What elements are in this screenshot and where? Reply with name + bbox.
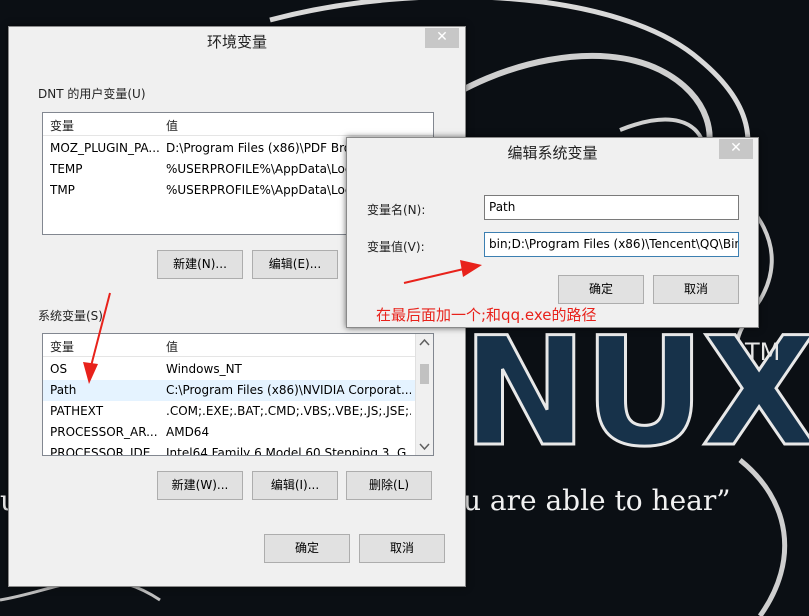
user-col-variable[interactable]: 变量 [50, 117, 74, 134]
edit-dialog-close-icon[interactable]: ✕ [719, 139, 753, 159]
system-edit-button[interactable]: 编辑(I)... [252, 471, 338, 500]
system-var-row[interactable]: PROCESSOR_AR... AMD64 [43, 422, 415, 443]
annotation-text: 在最后面加一个;和qq.exe的路径 [376, 306, 597, 324]
system-var-name: PATHEXT [50, 404, 104, 418]
system-var-name: Path [50, 383, 77, 397]
system-vars-group-label: 系统变量(S) [38, 309, 103, 323]
system-col-variable[interactable]: 变量 [50, 338, 74, 355]
user-edit-button[interactable]: 编辑(E)... [252, 250, 338, 279]
env-cancel-button[interactable]: 取消 [359, 534, 445, 563]
system-var-name: PROCESSOR_AR... [50, 425, 158, 439]
system-var-value: .COM;.EXE;.BAT;.CMD;.VBS;.VBE;.JS;.JSE;.… [166, 404, 411, 418]
edit-dialog-title: 编辑系统变量 [507, 144, 598, 162]
system-var-row[interactable]: OS Windows_NT [43, 359, 415, 380]
system-var-value: C:\Program Files (x86)\NVIDIA Corporat..… [166, 383, 411, 397]
edit-dialog-titlebar[interactable]: 编辑系统变量 [347, 138, 758, 168]
system-var-name: OS [50, 362, 68, 376]
scroll-down-icon [419, 443, 430, 451]
scroll-up-icon [419, 338, 430, 346]
system-delete-button[interactable]: 删除(L) [346, 471, 432, 500]
var-name-label: 变量名(N): [367, 203, 426, 217]
env-ok-button[interactable]: 确定 [264, 534, 350, 563]
system-col-value[interactable]: 值 [166, 338, 178, 355]
system-new-button[interactable]: 新建(W)... [157, 471, 243, 500]
var-value-label: 变量值(V): [367, 240, 425, 254]
user-vars-group-label: DNT 的用户变量(U) [38, 87, 146, 101]
var-value-field[interactable]: bin;D:\Program Files (x86)\Tencent\QQ\Bi… [484, 232, 739, 257]
edit-system-var-dialog: 编辑系统变量 ✕ 变量名(N): Path 变量值(V): bin;D:\Pro… [346, 137, 759, 328]
user-var-name: TMP [50, 183, 75, 197]
scrollbar-graphics [419, 338, 430, 451]
wallpaper-trademark: TM [745, 338, 781, 366]
user-var-name: TEMP [50, 162, 83, 176]
user-new-button[interactable]: 新建(N)... [157, 250, 243, 279]
user-vars-header: 变量 值 [43, 113, 433, 136]
system-vars-list[interactable]: 变量 值 OS Windows_NT Path C:\Program Files… [42, 333, 434, 456]
user-var-name: MOZ_PLUGIN_PA... [50, 141, 160, 155]
system-vars-scrollbar[interactable] [415, 334, 433, 455]
system-var-value: Intel64 Family 6 Model 60 Stepping 3, G.… [166, 446, 411, 456]
env-dialog-title: 环境变量 [206, 33, 267, 51]
edit-cancel-button[interactable]: 取消 [653, 275, 739, 304]
system-var-row-selected[interactable]: Path C:\Program Files (x86)\NVIDIA Corpo… [43, 380, 415, 401]
system-var-value: AMD64 [166, 425, 210, 439]
user-col-value[interactable]: 值 [166, 117, 178, 134]
system-vars-header: 变量 值 [43, 334, 433, 357]
scroll-thumb [420, 364, 429, 384]
wallpaper-tagline-right: u are able to hear” [463, 484, 731, 517]
system-var-name: PROCESSOR_IDE... [50, 446, 162, 456]
edit-ok-button[interactable]: 确定 [558, 275, 644, 304]
env-dialog-close-icon[interactable]: ✕ [425, 28, 459, 48]
system-var-value: Windows_NT [166, 362, 242, 376]
system-var-row[interactable]: PATHEXT .COM;.EXE;.BAT;.CMD;.VBS;.VBE;.J… [43, 401, 415, 422]
system-var-row[interactable]: PROCESSOR_IDE... Intel64 Family 6 Model … [43, 443, 415, 456]
env-dialog-titlebar[interactable]: 环境变量 [9, 27, 465, 57]
var-name-field[interactable]: Path [484, 195, 739, 220]
